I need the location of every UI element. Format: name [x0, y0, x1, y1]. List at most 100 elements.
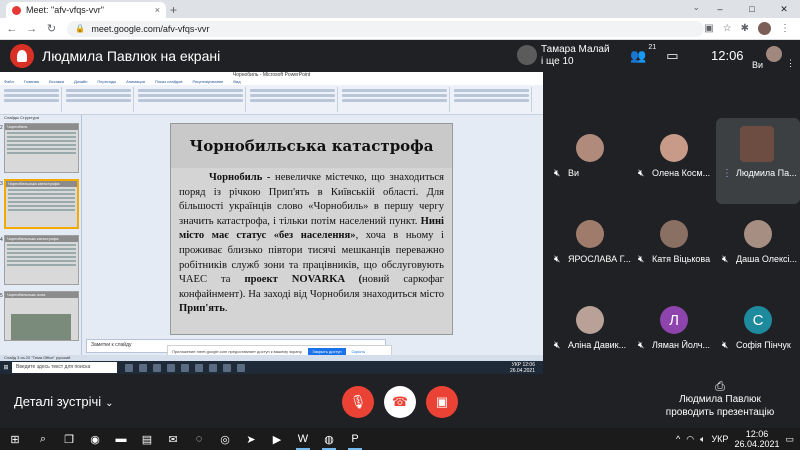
- presenting-name: Людмила Павлюк: [679, 394, 761, 405]
- participant-tile[interactable]: С 🔇︎ Софія Пінчук: [716, 290, 800, 376]
- mic-muted-icon: 🔇︎: [638, 340, 645, 351]
- pp-tab-design: Дизайн: [73, 79, 88, 84]
- chat-icon[interactable]: ▭: [666, 48, 678, 64]
- url-text: meet.google.com/afv-vfqs-vvr: [91, 23, 210, 34]
- participant-tile[interactable]: 🔇︎ Даша Олексі...: [716, 204, 800, 290]
- participant-tile[interactable]: 🔇︎ Аліна Давик...: [548, 290, 632, 376]
- participant-tile[interactable]: 🔇︎ ЯРОСЛАВА Г...: [548, 204, 632, 290]
- zoom-icon[interactable]: ◎: [212, 428, 238, 450]
- presenter-avatar: [10, 44, 34, 68]
- share-notice-text: Приложение meet.google.com предоставляет…: [172, 348, 303, 354]
- speaker-name: Тамара Малай: [541, 44, 610, 55]
- browser-menu-icon[interactable]: ⋮: [780, 23, 790, 34]
- slide-header: Чорнобильська катастрофа: [171, 124, 452, 168]
- pp-tab-view: Вид: [233, 79, 241, 84]
- participant-name: Людмила Па...: [736, 168, 797, 178]
- browser-tab-meet[interactable]: Meet: "afv-vfqs-vvr" ×: [6, 2, 166, 18]
- lock-icon[interactable]: 🔒: [75, 24, 85, 33]
- slide-emphasis: Прип'ять: [179, 303, 225, 315]
- participant-avatar: [576, 306, 604, 334]
- presenting-status: проводить презентацію: [665, 407, 775, 418]
- bookmark-star-icon[interactable]: ☆: [723, 23, 732, 34]
- pp-tab-home: Главная: [23, 79, 40, 84]
- file-explorer-icon[interactable]: ▬: [108, 428, 134, 450]
- ribbon-group-paragraph: [248, 87, 338, 112]
- participant-avatar: [576, 134, 604, 162]
- present-screen-icon: ⎙: [715, 379, 725, 393]
- slide-term: Чорнобиль -: [209, 172, 271, 183]
- thumb-text-lines: [5, 242, 78, 268]
- mic-off-button[interactable]: 🎙︎: [342, 386, 374, 418]
- pp-window-title: Чорнобиль - Microsoft PowerPoint: [0, 72, 543, 79]
- participant-tile[interactable]: Л 🔇︎ Ляман Йолч...: [632, 290, 716, 376]
- shared-screen: Чорнобиль - Microsoft PowerPoint Файл Гл…: [0, 72, 543, 374]
- search-icon[interactable]: ⌕: [30, 428, 56, 450]
- mic-muted-icon: 🔇︎: [554, 168, 561, 179]
- taskbar-clock[interactable]: 12:06 26.04.2021: [734, 429, 779, 449]
- windows-taskbar: ⊞ ⌕ ❐ ◉ ▬ ▤ ✉ ◌ ◎ ➤ ▶ W ◍ P ^ ◠ 🔈︎ УКР 1…: [0, 428, 800, 450]
- participant-avatar: [576, 220, 604, 248]
- meeting-details-button[interactable]: Деталі зустрічі ⌄: [14, 394, 114, 409]
- slide-thumbnail: Чорнобиль: [4, 123, 79, 173]
- tab-close-icon[interactable]: ×: [155, 5, 160, 15]
- task-view-icon[interactable]: ❐: [56, 428, 82, 450]
- participant-name: Катя Віцькова: [652, 254, 711, 264]
- windows-start-icon[interactable]: ⊞: [0, 433, 30, 446]
- camera-off-button[interactable]: ▣: [426, 386, 458, 418]
- profile-avatar[interactable]: [758, 22, 772, 35]
- thumb-number: 3: [0, 181, 3, 187]
- slide-body-text: Чорнобиль - невеличке містечко, що знахо…: [171, 168, 452, 317]
- people-icon: 👥: [630, 48, 647, 63]
- store-icon[interactable]: ▤: [134, 428, 160, 450]
- mic-muted-icon: 🔇︎: [554, 340, 561, 351]
- tab-search-icon[interactable]: ⌄: [692, 2, 700, 13]
- extensions-icon[interactable]: ✱: [741, 23, 749, 34]
- participant-tile[interactable]: 🔇︎ Ви: [548, 118, 632, 204]
- edge-browser-icon[interactable]: ◉: [82, 428, 108, 450]
- tray-expand-icon[interactable]: ^: [676, 434, 680, 444]
- network-icon[interactable]: ◠: [686, 434, 694, 445]
- participant-avatar: [740, 126, 774, 162]
- volume-icon[interactable]: 🔈︎: [700, 434, 705, 445]
- people-button[interactable]: 👥 21: [630, 44, 656, 64]
- powerpoint-icon[interactable]: P: [342, 428, 368, 450]
- meet-controls-bar: Деталі зустрічі ⌄ 🎙︎ ☎ ▣ ⎙ Людмила Павлюк…: [0, 374, 800, 428]
- participant-tile[interactable]: 🔇︎ Олена Косм...: [632, 118, 716, 204]
- speaker-avatar: [517, 45, 537, 65]
- reload-icon[interactable]: ↻: [44, 22, 60, 35]
- viber-icon[interactable]: ◌: [186, 428, 212, 450]
- telegram-icon[interactable]: ➤: [238, 428, 264, 450]
- meet-header: Людмила Павлюк на екрані Тамара Малай і …: [0, 40, 800, 72]
- speaking-indicator-icon: ⋮: [722, 168, 732, 179]
- ribbon-group-drawing: [340, 87, 450, 112]
- meet-clock: 12:06: [711, 48, 744, 63]
- minimize-button[interactable]: –: [704, 0, 736, 18]
- mic-muted-icon: 🔇︎: [722, 340, 729, 351]
- participant-tile[interactable]: ⋮ Людмила Па...: [716, 118, 800, 204]
- maximize-button[interactable]: □: [736, 0, 768, 18]
- end-call-button[interactable]: ☎: [384, 386, 416, 418]
- keyboard-language[interactable]: УКР: [711, 434, 728, 444]
- slide-edit-area: Чорнобильська катастрофа Чорнобиль - нев…: [86, 115, 543, 337]
- participant-avatar: [660, 134, 688, 162]
- thumb-title: Чорнобильська зона: [5, 292, 78, 298]
- participant-name: Софія Пінчук: [736, 340, 791, 350]
- close-window-button[interactable]: ✕: [768, 0, 800, 18]
- word-icon[interactable]: W: [290, 428, 316, 450]
- mail-icon[interactable]: ✉: [160, 428, 186, 450]
- url-field[interactable]: 🔒 meet.google.com/afv-vfqs-vvr: [67, 20, 705, 37]
- notifications-icon[interactable]: ▭: [785, 434, 794, 445]
- ribbon-group-editing: [452, 87, 532, 112]
- more-options-icon[interactable]: ⋮: [786, 58, 795, 69]
- camera-indicator-icon[interactable]: ▣: [704, 23, 713, 34]
- back-icon[interactable]: ←: [4, 23, 20, 35]
- pp-tab-insert: Вставка: [49, 79, 64, 84]
- forward-icon[interactable]: →: [24, 23, 40, 35]
- participant-tile[interactable]: 🔇︎ Катя Віцькова: [632, 204, 716, 290]
- chrome-icon[interactable]: ◍: [316, 428, 342, 450]
- media-player-icon[interactable]: ▶: [264, 428, 290, 450]
- thumb-text-lines: [6, 187, 77, 213]
- new-tab-button[interactable]: +: [170, 3, 177, 17]
- browser-toolbar-right: ▣ ☆ ✱ ⋮: [704, 22, 790, 35]
- slide-text-part: .: [224, 303, 228, 315]
